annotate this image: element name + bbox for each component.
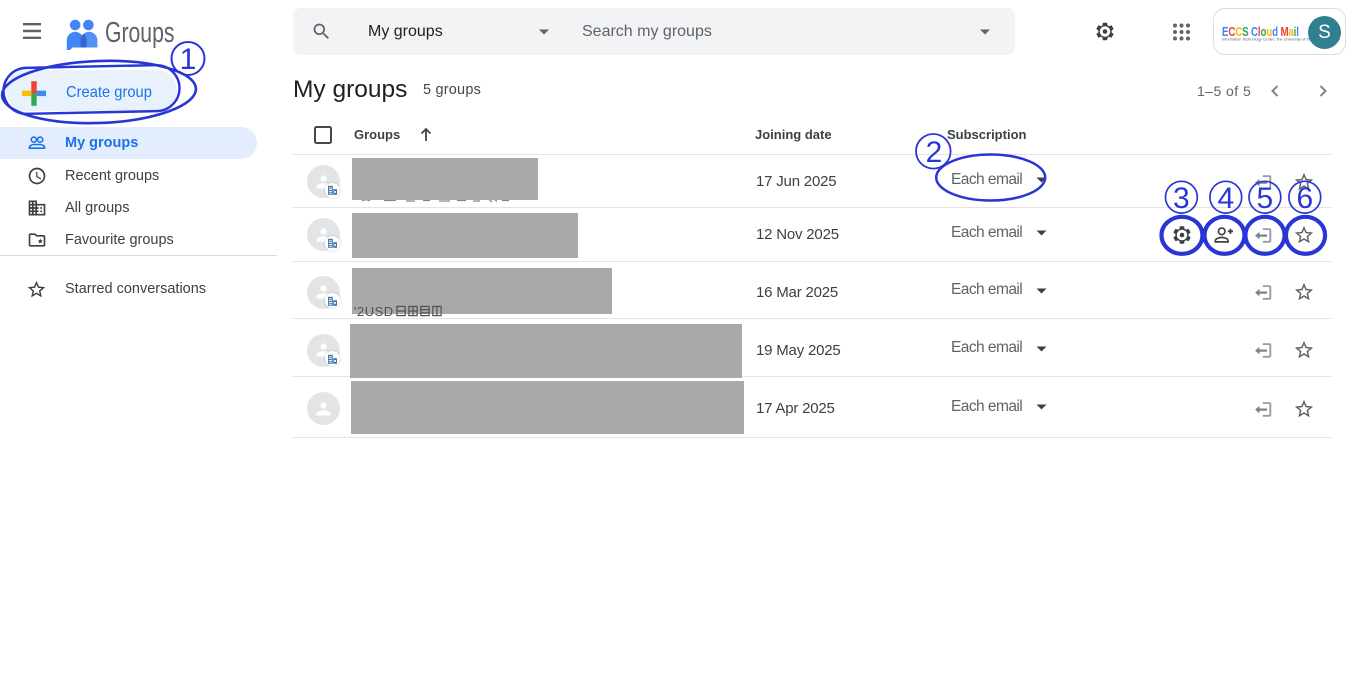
svg-text:3: 3 [1173,182,1190,215]
svg-text:6: 6 [1296,182,1313,215]
svg-text:4: 4 [1217,182,1234,215]
svg-text:2: 2 [926,136,943,169]
svg-text:1: 1 [180,43,197,76]
svg-text:5: 5 [1257,182,1274,215]
